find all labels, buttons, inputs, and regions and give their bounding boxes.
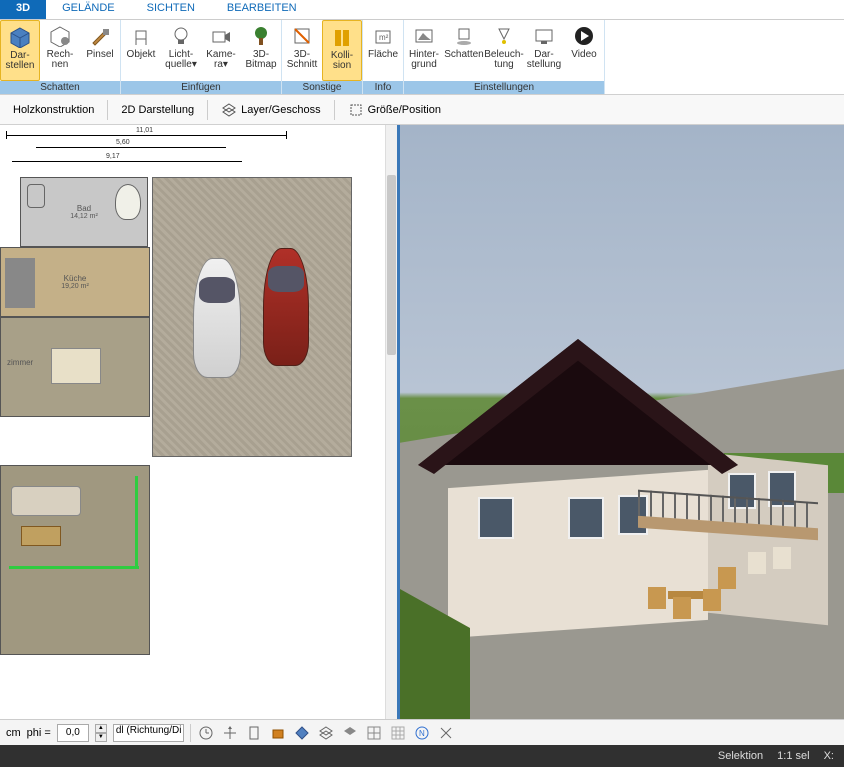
measurement-line — [9, 566, 139, 569]
subbtn-layer-geschoss[interactable]: Layer/Geschoss — [212, 98, 329, 122]
room-zimmer[interactable]: zimmer — [0, 317, 150, 417]
unit-label: cm — [6, 727, 21, 739]
room-bad[interactable]: Bad 14,12 m² — [20, 177, 148, 247]
area-icon: m² — [371, 24, 395, 48]
ribbon-schatten2[interactable]: Schatten — [444, 20, 484, 81]
brush-icon — [88, 24, 112, 48]
lower-living-area[interactable] — [0, 465, 150, 655]
grid2-icon[interactable] — [389, 724, 407, 742]
lighting-icon — [492, 24, 516, 48]
scrollbar-2d[interactable] — [385, 125, 397, 719]
subbtn-2d-darstellung[interactable]: 2D Darstellung — [112, 100, 203, 120]
room-kueche[interactable]: Küche 19,20 m² — [0, 247, 150, 317]
car-red[interactable] — [263, 248, 309, 366]
ribbon-group-sonstige: Sonstige — [282, 81, 362, 94]
phi-label: phi = — [27, 727, 51, 739]
ribbon-pinsel[interactable]: Pinsel — [80, 20, 120, 81]
sofa-icon — [11, 486, 81, 516]
driveway — [152, 177, 352, 457]
resize-icon — [348, 102, 364, 118]
toilet-icon — [27, 184, 45, 208]
ribbon: Dar- stellen Rech- nen Pinsel Schatten O… — [0, 20, 844, 95]
phi-input[interactable] — [57, 724, 89, 742]
view-2d-pane[interactable]: 11,01 5,60 9,17 Bad 14,12 m² Küche 19,20… — [0, 125, 400, 719]
misc-icon[interactable] — [437, 724, 455, 742]
cube-icon — [8, 25, 32, 49]
section-icon — [290, 24, 314, 48]
lightbulb-icon — [169, 24, 193, 48]
counter-icon — [5, 258, 35, 308]
bathtub-icon — [115, 184, 141, 220]
ribbon-group-info: Info — [363, 81, 403, 94]
table-icon — [51, 348, 101, 384]
status-bar: Selektion 1:1 sel X: — [0, 745, 844, 767]
diamond-icon[interactable] — [293, 724, 311, 742]
tab-3d[interactable]: 3D — [0, 0, 46, 19]
cube-calc-icon — [48, 24, 72, 48]
sub-toolbar: Holzkonstruktion 2D Darstellung Layer/Ge… — [0, 95, 844, 125]
svg-text:N: N — [419, 729, 425, 738]
tree-icon — [249, 24, 273, 48]
ribbon-darstellung[interactable]: Dar- stellung — [524, 20, 564, 81]
grid-icon[interactable] — [365, 724, 383, 742]
ribbon-kollision[interactable]: Kolli- sion — [322, 20, 362, 81]
ribbon-group-schatten: Schatten — [0, 81, 120, 94]
play-icon — [572, 24, 596, 48]
collision-icon — [330, 25, 354, 49]
tab-gelaende[interactable]: GELÄNDE — [46, 0, 131, 19]
ribbon-kamera[interactable]: Kame- ra▾ — [201, 20, 241, 81]
ribbon-video[interactable]: Video — [564, 20, 604, 81]
box-icon[interactable] — [269, 724, 287, 742]
ribbon-beleuchtung[interactable]: Beleuch- tung — [484, 20, 524, 81]
layers-icon — [221, 102, 237, 118]
layers2-icon[interactable] — [317, 724, 335, 742]
ribbon-flaeche[interactable]: m² Fläche — [363, 20, 403, 81]
shape-icon[interactable] — [341, 724, 359, 742]
view-3d-pane[interactable] — [400, 125, 844, 719]
ribbon-darstellen[interactable]: Dar- stellen — [0, 20, 40, 81]
ribbon-hintergrund[interactable]: Hinter- grund — [404, 20, 444, 81]
bottom-toolbar: cm phi = ▲▼ dl (Richtung/Di N — [0, 719, 844, 745]
doc-icon[interactable] — [245, 724, 263, 742]
background-icon — [412, 24, 436, 48]
ribbon-group-einfuegen: Einfügen — [121, 81, 281, 94]
ribbon-lichtquelle[interactable]: Licht- quelle▾ — [161, 20, 201, 81]
coffee-table-icon — [21, 526, 61, 546]
main-tabs: 3D GELÄNDE SICHTEN BEARBEITEN — [0, 0, 844, 20]
arrows-icon[interactable] — [221, 724, 239, 742]
chair-icon — [129, 24, 153, 48]
shadow-icon — [452, 24, 476, 48]
n-circle-icon[interactable]: N — [413, 724, 431, 742]
camera-icon — [209, 24, 233, 48]
tab-bearbeiten[interactable]: BEARBEITEN — [211, 0, 313, 19]
house-model — [438, 369, 798, 629]
ribbon-3dbitmap[interactable]: 3D- Bitmap — [241, 20, 281, 81]
subbtn-groesse-position[interactable]: Größe/Position — [339, 98, 450, 122]
3d-scene — [400, 125, 844, 719]
dimensions-top: 11,01 5,60 9,17 — [6, 131, 377, 171]
ribbon-group-einstellungen: Einstellungen — [404, 81, 604, 94]
subbtn-holzkonstruktion[interactable]: Holzkonstruktion — [4, 100, 103, 120]
tab-sichten[interactable]: SICHTEN — [131, 0, 211, 19]
phi-spinner[interactable]: ▲▼ — [95, 724, 107, 742]
svg-text:m²: m² — [379, 33, 389, 42]
car-white[interactable] — [193, 258, 241, 378]
display-icon — [532, 24, 556, 48]
clock-icon[interactable] — [197, 724, 215, 742]
ribbon-3dschnitt[interactable]: 3D- Schnitt — [282, 20, 322, 81]
ribbon-objekt[interactable]: Objekt — [121, 20, 161, 81]
main-split: 11,01 5,60 9,17 Bad 14,12 m² Küche 19,20… — [0, 125, 844, 719]
ribbon-rechnen[interactable]: Rech- nen — [40, 20, 80, 81]
direction-select[interactable]: dl (Richtung/Di — [113, 724, 185, 742]
status-x: X: — [824, 750, 834, 762]
status-scale: 1:1 sel — [777, 750, 809, 762]
status-selektion: Selektion — [718, 750, 763, 762]
